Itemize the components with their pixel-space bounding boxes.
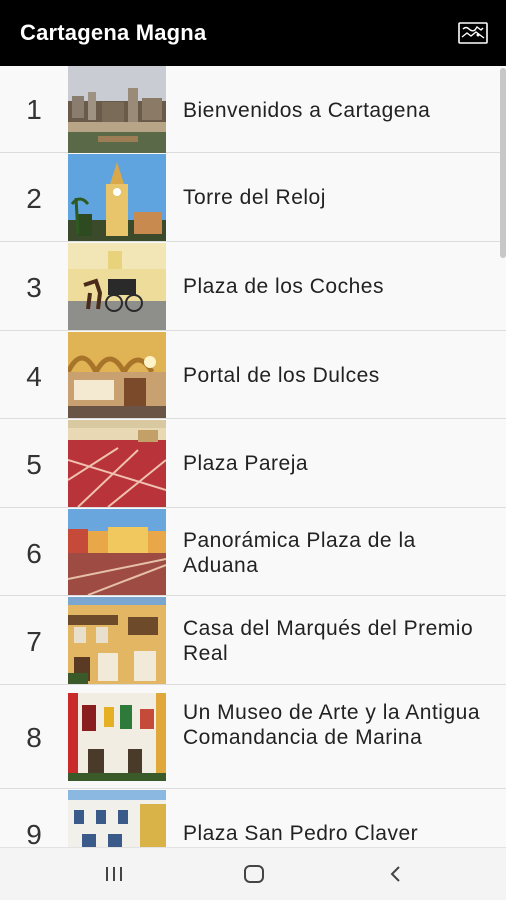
back-button[interactable]	[376, 860, 416, 888]
plaza-pavement-thumbnail	[68, 420, 166, 507]
colorful-facade-thumbnail	[68, 693, 166, 781]
item-title: Plaza de los Coches	[183, 275, 384, 298]
item-number: 1	[26, 94, 42, 125]
item-title: Casa del Marqués del Premio Real	[183, 617, 474, 665]
aduana-square-thumbnail	[68, 509, 166, 595]
sweets-portal-thumbnail	[68, 332, 166, 418]
item-number: 6	[26, 538, 42, 569]
item-title: Bienvenidos a Cartagena	[183, 99, 431, 122]
item-number: 7	[26, 626, 42, 657]
item-number: 2	[26, 183, 42, 214]
item-title: Plaza Pareja	[183, 452, 309, 475]
list-item[interactable]: 5 Plaza Pareja	[0, 419, 506, 508]
list-item[interactable]: 8 Un Museo de Arte y la Antigua Comandan…	[0, 685, 506, 789]
list-item[interactable]: 2 Torre del Reloj	[0, 153, 506, 242]
list-item[interactable]: 1 Bienvenidos a Cartagena	[0, 66, 506, 153]
places-list[interactable]: 1 Bienvenidos a Cartagena 2 Torre del Re…	[0, 66, 506, 847]
scrollbar[interactable]	[500, 68, 506, 258]
item-title: Plaza San Pedro Claver	[183, 822, 419, 845]
recents-button[interactable]	[94, 860, 134, 888]
colonial-house-thumbnail	[68, 597, 166, 684]
app-bar: Cartagena Magna	[0, 0, 506, 66]
recents-icon	[106, 867, 122, 881]
item-title: Un Museo de Arte y la Antigua Comandanci…	[183, 701, 481, 749]
home-icon	[244, 865, 264, 883]
item-title: Torre del Reloj	[183, 186, 326, 209]
map-button[interactable]	[458, 20, 488, 46]
item-number: 3	[26, 272, 42, 303]
item-number: 5	[26, 449, 42, 480]
back-icon	[390, 866, 400, 882]
white-building-thumbnail	[68, 790, 166, 847]
item-title: Panorámica Plaza de la Aduana	[183, 529, 416, 577]
item-number: 9	[26, 819, 42, 847]
list-item[interactable]: 7 Casa del Marqués del Premio Real	[0, 596, 506, 685]
horse-carriage-thumbnail	[68, 243, 166, 330]
list-item[interactable]: 9 Plaza San Pedro Claver	[0, 789, 506, 847]
map-icon	[458, 22, 488, 44]
list-item[interactable]: 6 Panorámica Plaza de la Aduana	[0, 508, 506, 596]
system-navigation-bar	[0, 847, 506, 900]
item-title: Portal de los Dulces	[183, 364, 380, 387]
clock-tower-thumbnail	[68, 154, 166, 241]
city-panorama-thumbnail	[68, 66, 166, 153]
list-item[interactable]: 4 Portal de los Dulces	[0, 331, 506, 419]
app-title: Cartagena Magna	[20, 20, 207, 45]
item-number: 4	[26, 361, 42, 392]
item-number: 8	[26, 722, 42, 753]
list-item[interactable]: 3 Plaza de los Coches	[0, 242, 506, 331]
home-button[interactable]	[234, 860, 274, 888]
